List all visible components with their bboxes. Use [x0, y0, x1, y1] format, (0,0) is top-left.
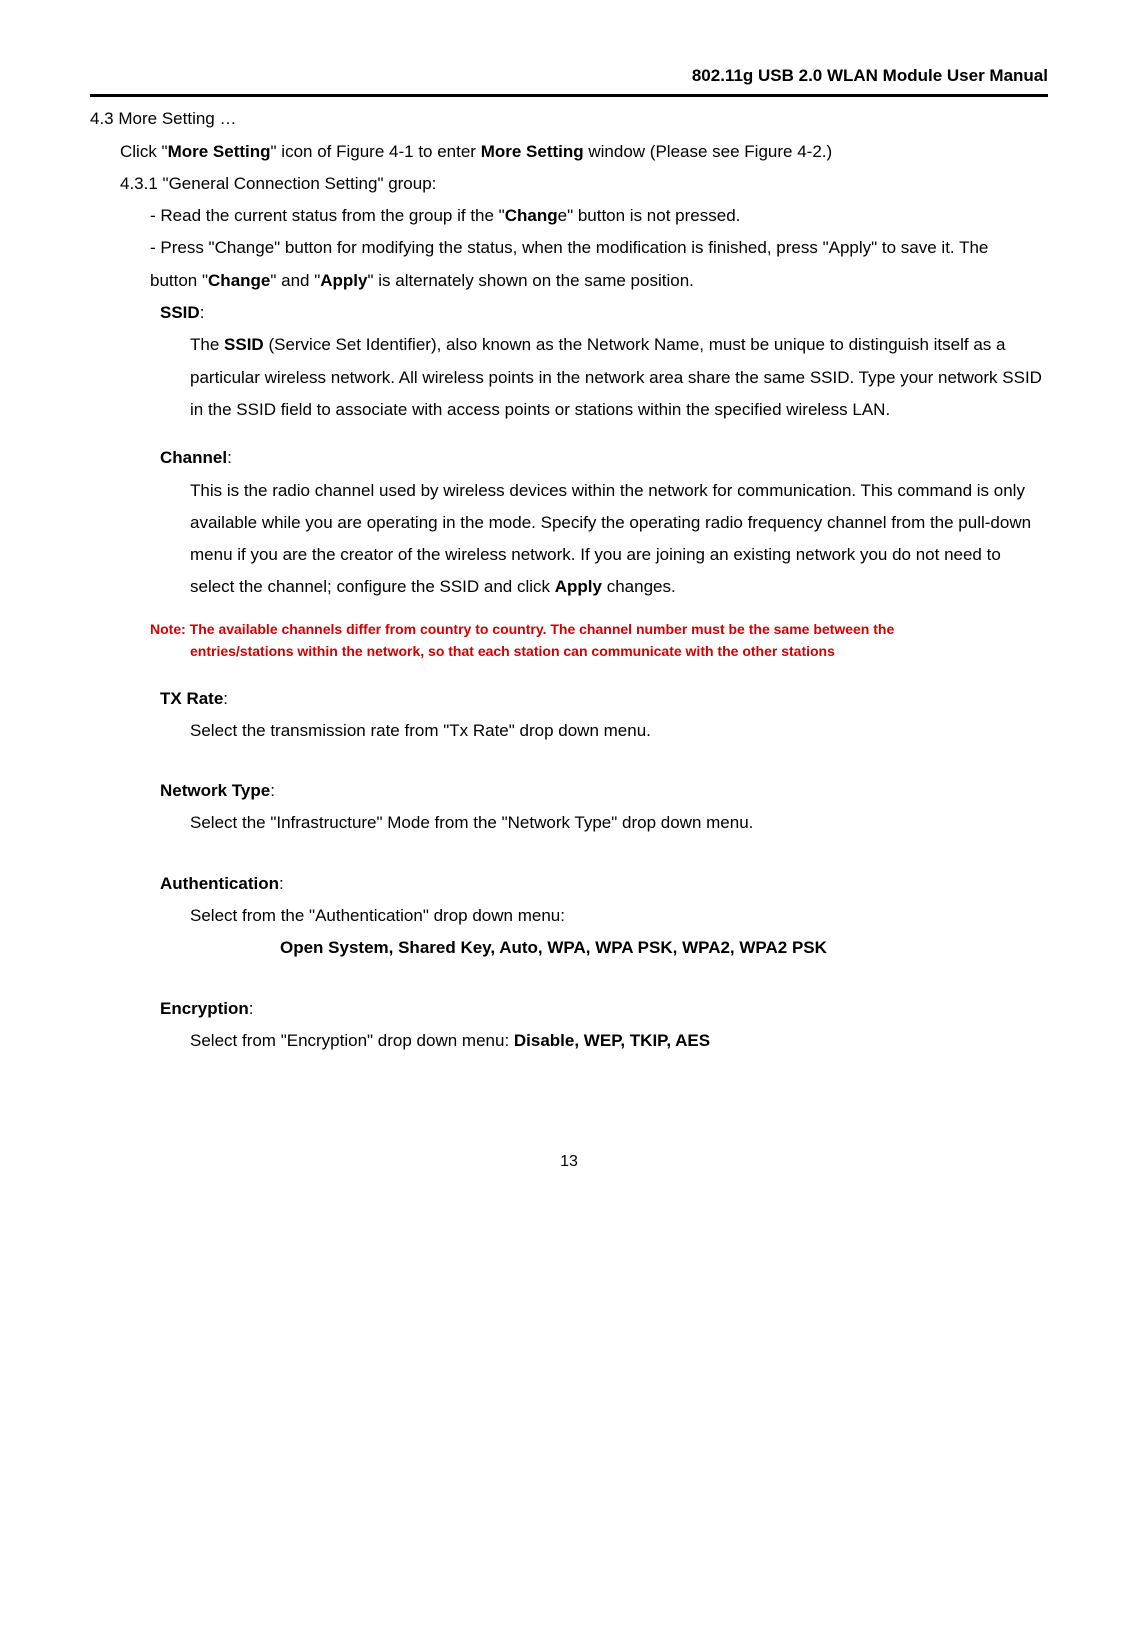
section-title: More Setting … — [118, 109, 236, 128]
colon: : — [223, 689, 228, 708]
colon: : — [279, 874, 284, 893]
auth-options: Open System, Shared Key, Auto, WPA, WPA … — [90, 932, 1048, 964]
text: Select from "Encryption" drop down menu: — [190, 1031, 514, 1050]
section-4-3-1-title: 4.3.1 "General Connection Setting" group… — [90, 168, 1048, 200]
label: SSID — [160, 303, 200, 322]
nettype-heading: Network Type: — [90, 775, 1048, 807]
auth-body: Select from the "Authentication" drop do… — [90, 900, 1048, 932]
text: The — [190, 335, 224, 354]
label: Encryption — [160, 999, 249, 1018]
channel-body: This is the radio channel used by wirele… — [90, 475, 1048, 604]
bullet-2: - Press "Change" button for modifying th… — [90, 232, 1048, 297]
bold: More Setting — [481, 142, 584, 161]
section-4-3-title: 4.3 More Setting … — [90, 103, 1048, 135]
section-number: 4.3.1 — [120, 174, 158, 193]
label: Authentication — [160, 874, 279, 893]
label: TX Rate — [160, 689, 223, 708]
txrate-body: Select the transmission rate from "Tx Ra… — [90, 715, 1048, 747]
auth-heading: Authentication: — [90, 868, 1048, 900]
bold: Disable, WEP, TKIP, AES — [514, 1031, 710, 1050]
note-block: Note: The available channels differ from… — [90, 618, 1048, 663]
bullet-1: - Read the current status from the group… — [90, 200, 1048, 232]
enc-body: Select from "Encryption" drop down menu:… — [90, 1025, 1048, 1057]
section-title: "General Connection Setting" group: — [163, 174, 437, 193]
label: Network Type — [160, 781, 270, 800]
enc-heading: Encryption: — [90, 993, 1048, 1025]
bold: Apply — [555, 577, 602, 596]
txrate-heading: TX Rate: — [90, 683, 1048, 715]
note-prefix: Note: — [150, 621, 190, 637]
text: Select from the "Authentication" drop do… — [190, 906, 565, 925]
colon: : — [227, 448, 232, 467]
text: e" button is not pressed. — [558, 206, 741, 225]
section-4-3-intro: Click "More Setting" icon of Figure 4-1 … — [90, 136, 1048, 168]
header-title: 802.11g USB 2.0 WLAN Module User Manual — [692, 66, 1048, 85]
colon: : — [270, 781, 275, 800]
page-number: 13 — [90, 1147, 1048, 1177]
bold: Change — [208, 271, 270, 290]
text: " icon of Figure 4-1 to enter — [271, 142, 481, 161]
text: (Service Set Identifier), also known as … — [190, 335, 1042, 419]
bold: More Setting — [168, 142, 271, 161]
text: " is alternately shown on the same posit… — [368, 271, 694, 290]
page-header: 802.11g USB 2.0 WLAN Module User Manual — [90, 60, 1048, 97]
text: Select the "Infrastructure" Mode from th… — [190, 813, 753, 832]
note-body: The available channels differ from count… — [190, 621, 895, 659]
text: changes. — [602, 577, 676, 596]
ssid-body: The SSID (Service Set Identifier), also … — [90, 329, 1048, 426]
section-number: 4.3 — [90, 103, 114, 135]
channel-heading: Channel: — [90, 442, 1048, 474]
colon: : — [249, 999, 254, 1018]
text: - Read the current status from the group… — [150, 206, 505, 225]
ssid-heading: SSID: — [90, 297, 1048, 329]
text: Click " — [120, 142, 168, 161]
text: window (Please see Figure 4-2.) — [584, 142, 833, 161]
text: Select the transmission rate from "Tx Ra… — [190, 721, 651, 740]
bold: Open System, Shared Key, Auto, WPA, WPA … — [280, 938, 827, 957]
nettype-body: Select the "Infrastructure" Mode from th… — [90, 807, 1048, 839]
bold: SSID — [224, 335, 264, 354]
colon: : — [200, 303, 205, 322]
bold: Chang — [505, 206, 558, 225]
bold: Apply — [320, 271, 367, 290]
text: " and " — [270, 271, 320, 290]
label: Channel — [160, 448, 227, 467]
